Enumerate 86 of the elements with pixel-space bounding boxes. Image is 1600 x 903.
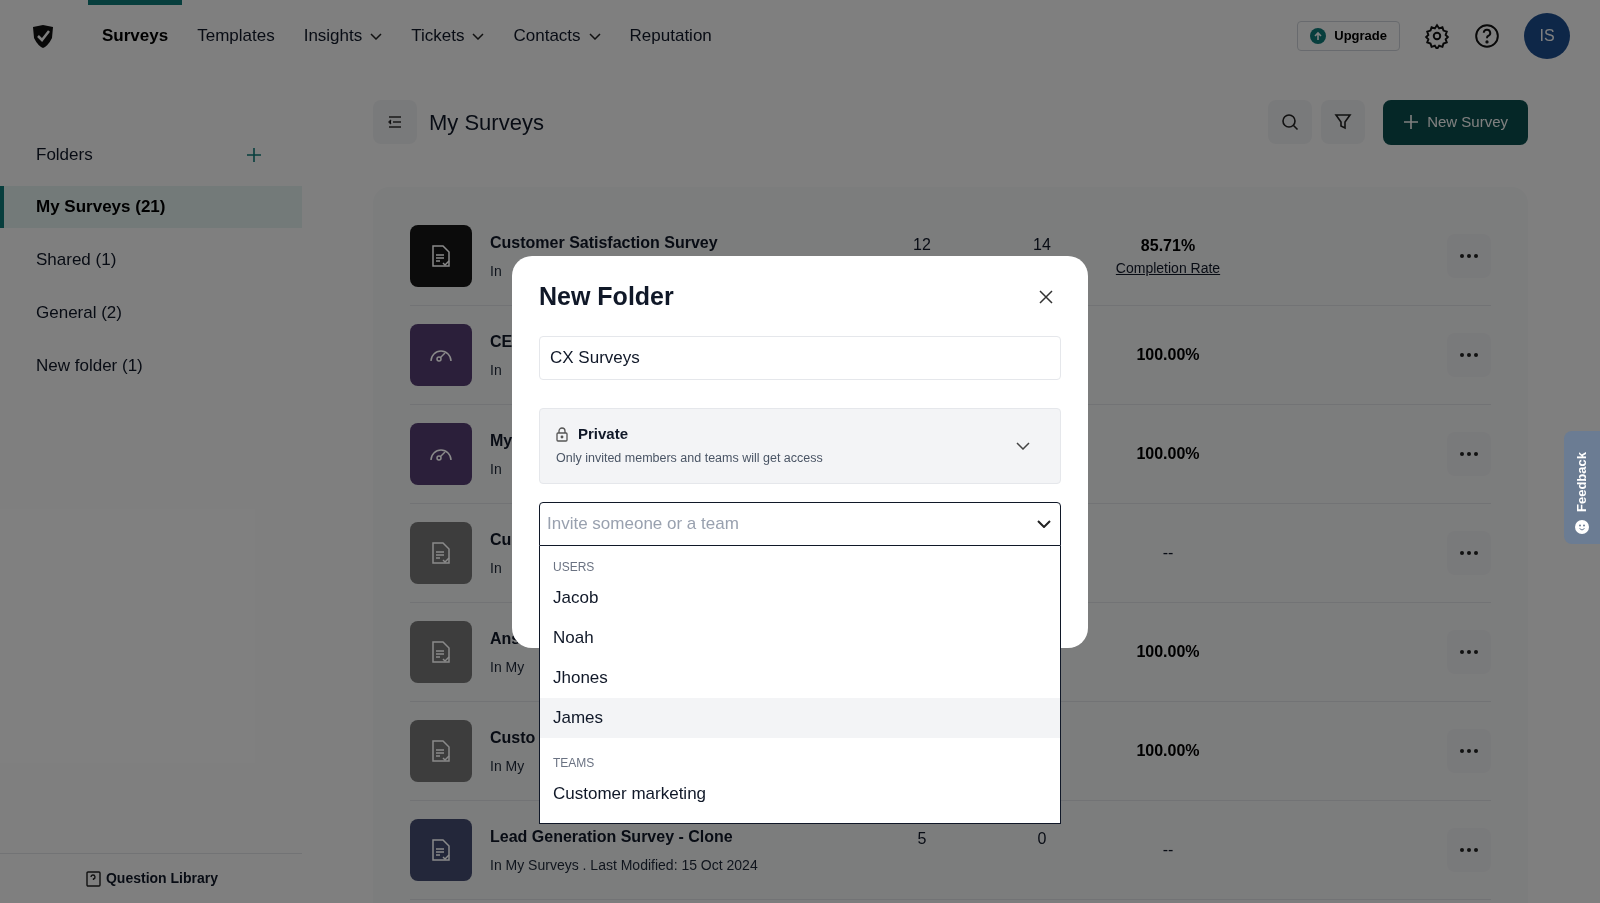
- completion-rate: --: [1162, 840, 1174, 860]
- survey-meta: In: [490, 261, 502, 281]
- feedback-tab[interactable]: Feedback: [1564, 431, 1600, 544]
- chevron-down-icon: [1016, 441, 1030, 450]
- user-avatar[interactable]: IS: [1524, 13, 1570, 59]
- survey-title[interactable]: My: [490, 428, 513, 453]
- filter-button[interactable]: [1321, 100, 1366, 144]
- count-value: 5: [917, 830, 927, 847]
- upload-icon: [1310, 28, 1327, 44]
- plus-icon: [1403, 114, 1420, 130]
- settings-icon[interactable]: [1424, 23, 1450, 49]
- completion-rate: 100.00%: [1136, 444, 1200, 464]
- more-icon: [1460, 551, 1478, 555]
- more-icon: [1460, 353, 1478, 357]
- survey-title[interactable]: Customer Satisfaction Survey: [490, 230, 718, 255]
- document-check-icon: [431, 640, 451, 664]
- completion-rate: 100.00%: [1136, 741, 1200, 761]
- folder-item[interactable]: New folder (1): [0, 344, 302, 387]
- smiley-icon: [1575, 520, 1589, 534]
- gauge-icon: [429, 347, 453, 363]
- survey-meta: In My Surveys . Last Modified: 15 Oct 2024: [490, 855, 758, 875]
- completion-rate-link[interactable]: Completion Rate: [1115, 257, 1221, 279]
- document-check-icon: [431, 541, 451, 565]
- nav-tab[interactable]: Templates: [183, 0, 289, 72]
- completion-rate: --: [1162, 543, 1174, 563]
- chevron-down-icon: [370, 32, 383, 40]
- nav-tab[interactable]: Tickets: [397, 0, 499, 72]
- nav-tab[interactable]: Surveys: [88, 0, 183, 72]
- access-dropdown[interactable]: Private Only invited members and teams will get access: [539, 407, 1061, 484]
- more-icon: [1460, 452, 1478, 456]
- folder-name-field[interactable]: CX Surveys: [539, 335, 1061, 380]
- folders-heading: Folders: [36, 144, 93, 166]
- more-icon: [1460, 848, 1478, 852]
- survey-title[interactable]: Custo: [490, 725, 536, 750]
- help-icon[interactable]: [1474, 23, 1500, 49]
- invite-field[interactable]: Invite someone or a team: [539, 501, 1061, 546]
- lock-icon: [556, 426, 568, 442]
- search-button[interactable]: [1268, 100, 1313, 144]
- menu-option[interactable]: James: [540, 697, 1060, 738]
- gauge-icon: [429, 446, 453, 462]
- survey-meta: In: [490, 360, 502, 380]
- nav-tab[interactable]: Insights: [289, 0, 397, 72]
- more-icon: [1460, 650, 1478, 654]
- access-description: Only invited members and teams will get access: [556, 450, 823, 468]
- survey-title[interactable]: Lead Generation Survey - Clone: [490, 824, 733, 849]
- sidebar-toggle-button[interactable]: [373, 100, 417, 144]
- survey-meta: In My: [490, 756, 525, 776]
- count-value: 12: [913, 236, 931, 253]
- chevron-down-icon: [472, 32, 485, 40]
- group-heading: USERS: [552, 558, 596, 576]
- chevron-down-icon: [588, 32, 601, 40]
- nav-tab[interactable]: Contacts: [499, 0, 615, 72]
- more-icon: [1460, 254, 1478, 258]
- close-icon[interactable]: [1039, 289, 1053, 304]
- access-label: Private: [578, 423, 629, 444]
- search-icon: [1281, 113, 1300, 131]
- menu-icon: [388, 116, 402, 128]
- survey-meta: In: [490, 558, 502, 578]
- folder-item[interactable]: Shared (1): [0, 238, 302, 281]
- book-icon: [84, 869, 102, 888]
- new-survey-button[interactable]: New Survey: [1383, 99, 1528, 145]
- dialog-title: New Folder: [539, 281, 674, 312]
- upgrade-button[interactable]: Upgrade: [1297, 21, 1400, 51]
- completion-rate: 85.71%: [1140, 235, 1196, 256]
- completion-rate: 100.00%: [1136, 345, 1200, 365]
- completion-rate: 100.00%: [1136, 642, 1200, 662]
- question-library-button[interactable]: Question Library: [84, 868, 218, 889]
- logo-icon[interactable]: [30, 22, 56, 50]
- survey-title[interactable]: Cu: [490, 527, 512, 552]
- folder-item[interactable]: General (2): [0, 291, 302, 334]
- survey-meta: In My: [490, 657, 525, 677]
- add-icon[interactable]: [246, 146, 262, 163]
- folder-item[interactable]: My Surveys (21): [0, 185, 302, 228]
- nav-tab[interactable]: Reputation: [615, 0, 726, 72]
- document-check-icon: [431, 739, 451, 763]
- page-title: My Surveys: [429, 108, 544, 137]
- survey-title[interactable]: CE: [490, 329, 513, 354]
- filter-icon: [1334, 113, 1353, 131]
- count-value: 0: [1037, 830, 1047, 847]
- group-heading: TEAMS: [552, 754, 596, 772]
- document-check-icon: [431, 838, 451, 862]
- chevron-down-icon: [1037, 519, 1051, 528]
- count-value: 14: [1033, 236, 1051, 253]
- survey-meta: In: [490, 459, 502, 479]
- more-icon: [1460, 749, 1478, 753]
- document-check-icon: [431, 244, 451, 268]
